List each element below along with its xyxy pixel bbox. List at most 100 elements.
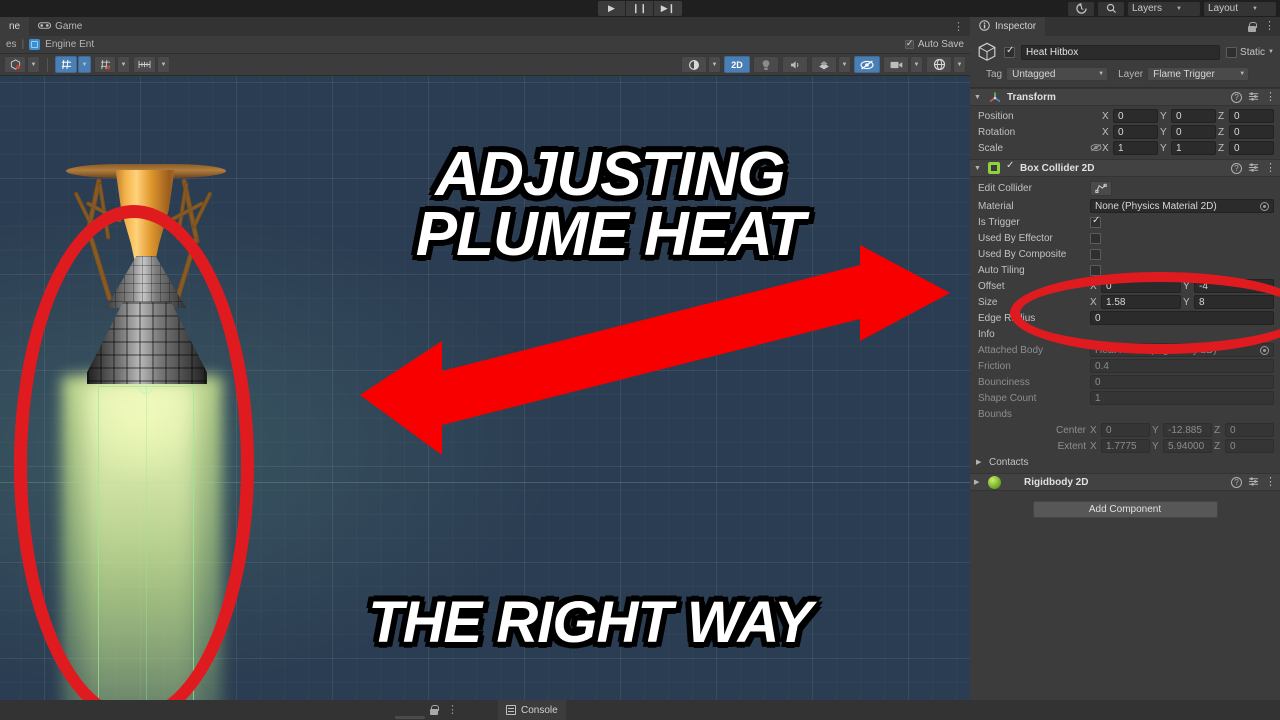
is-trigger-checkbox[interactable] (1090, 215, 1101, 228)
breadcrumb: es | Engine Ent Auto Save (0, 36, 970, 54)
is-trigger-row: Is Trigger (970, 214, 1280, 230)
component-header-rigidbody-2d[interactable]: ▶ Rigidbody 2D ? ⋮ (970, 473, 1280, 491)
position-z-field[interactable]: 0 (1229, 109, 1274, 123)
scale-z-field[interactable]: 0 (1229, 141, 1274, 155)
material-object-field[interactable]: None (Physics Material 2D) (1090, 199, 1274, 213)
pause-button[interactable]: ❙❙ (626, 1, 654, 16)
foldout-icon[interactable]: ▶ (974, 478, 983, 486)
object-name-field[interactable]: Heat Hitbox (1021, 44, 1221, 60)
breadcrumb-object[interactable]: Engine Ent (45, 39, 94, 50)
audio-toggle[interactable] (782, 56, 808, 73)
layers-dropdown[interactable]: Layers ▼ (1128, 1, 1200, 16)
step-button[interactable]: ▶❙ (654, 1, 682, 16)
camera-preview-toggle[interactable]: ▼ (883, 56, 923, 73)
bounciness-field: 0 (1090, 375, 1274, 389)
rotation-x-field[interactable]: 0 (1113, 125, 1158, 139)
tab-console[interactable]: Console (498, 700, 566, 720)
component-actions: ? ⋮ (1231, 476, 1276, 489)
gizmos-visibility-toggle[interactable] (854, 56, 880, 73)
scene-tab-menu[interactable]: ⋮ (953, 22, 964, 33)
chevron-down-icon[interactable]: ▼ (910, 56, 923, 73)
component-menu-icon[interactable]: ⋮ (1265, 91, 1276, 103)
chevron-down-icon[interactable]: ▼ (1268, 49, 1274, 55)
preset-icon[interactable] (1248, 476, 1259, 489)
position-x-field[interactable]: 0 (1113, 109, 1158, 123)
info-icon (979, 19, 990, 34)
help-icon[interactable]: ? (1231, 476, 1242, 488)
layout-dropdown[interactable]: Layout ▼ (1204, 1, 1276, 16)
constrain-proportions-icon[interactable] (1090, 143, 1102, 154)
static-toggle[interactable]: Static ▼ (1226, 46, 1274, 58)
history-icon[interactable] (1068, 1, 1094, 16)
used-by-composite-row: Used By Composite (970, 246, 1280, 262)
layer-dropdown[interactable]: Flame Trigger ▼ (1147, 67, 1250, 81)
edit-collider-button[interactable] (1090, 181, 1112, 196)
rotation-z-field[interactable]: 0 (1229, 125, 1274, 139)
contacts-foldout[interactable]: ▶ Contacts (970, 454, 1280, 470)
foldout-icon[interactable]: ▼ (974, 94, 983, 101)
row-label: Scale (978, 142, 1004, 154)
axis-z-label: Z (1218, 110, 1225, 122)
bottom-menu-icon[interactable]: ⋮ (447, 704, 458, 716)
gameobject-icon (976, 41, 998, 63)
2d-toggle[interactable]: 2D (724, 56, 750, 73)
auto-tiling-checkbox[interactable] (1090, 264, 1101, 276)
preset-icon[interactable] (1248, 162, 1259, 175)
panel-resize-handle[interactable] (395, 716, 425, 719)
position-y-field[interactable]: 0 (1171, 109, 1216, 123)
rotation-y-field[interactable]: 0 (1171, 125, 1216, 139)
extent-fields: X 1.7775 Y 5.94000 Z 0 (1090, 439, 1280, 453)
shape-count-label: Shape Count (978, 392, 1037, 404)
lock-icon[interactable] (1248, 21, 1257, 32)
chevron-down-icon[interactable]: ▼ (117, 56, 130, 73)
ruler-toggle[interactable]: ▼ (133, 56, 170, 73)
tab-inspector[interactable]: Inspector (970, 17, 1046, 36)
inspector-menu-icon[interactable]: ⋮ (1264, 21, 1275, 32)
object-enabled-checkbox[interactable] (1004, 45, 1015, 58)
static-checkbox[interactable] (1226, 46, 1238, 58)
auto-save-checkbox[interactable] (904, 38, 914, 49)
shading-mode-dropdown[interactable]: ▼ (681, 56, 721, 73)
scale-x-field[interactable]: 1 (1113, 141, 1158, 155)
used-by-effector-checkbox[interactable] (1090, 232, 1101, 244)
component-menu-icon[interactable]: ⋮ (1265, 162, 1276, 174)
tab-scene[interactable]: ne (0, 17, 30, 36)
gizmos-dropdown[interactable]: ▼ (926, 56, 966, 73)
help-icon[interactable]: ? (1231, 162, 1242, 174)
grid-snap-toggle[interactable]: ▼ (55, 56, 91, 73)
transform-position-row: Position X 0 Y 0 Z 0 (970, 108, 1280, 124)
tag-dropdown[interactable]: Untagged ▼ (1006, 67, 1109, 81)
foldout-icon[interactable]: ▶ (976, 458, 985, 466)
auto-save-toggle[interactable]: Auto Save (904, 38, 964, 50)
toolbar-divider (47, 57, 48, 72)
bounciness-label: Bounciness (978, 376, 1030, 388)
box-collider-2d-icon (988, 162, 1000, 174)
chevron-down-icon[interactable]: ▼ (157, 56, 170, 73)
play-button[interactable]: ▶ (598, 1, 626, 16)
chevron-down-icon[interactable]: ▼ (78, 56, 91, 73)
foldout-icon[interactable]: ▼ (974, 165, 983, 172)
tab-game[interactable]: Game (29, 17, 92, 36)
lighting-toggle[interactable] (753, 56, 779, 73)
used-by-composite-checkbox[interactable] (1090, 248, 1101, 260)
grid-visibility-toggle[interactable]: ▼ (94, 56, 130, 73)
lock-icon[interactable] (430, 705, 439, 715)
component-menu-icon[interactable]: ⋮ (1265, 476, 1276, 488)
chevron-down-icon[interactable]: ▼ (708, 56, 721, 73)
chevron-down-icon[interactable]: ▼ (838, 56, 851, 73)
preset-icon[interactable] (1248, 91, 1259, 104)
pivot-center-toggle[interactable]: ▼ (4, 56, 40, 73)
fx-toggle[interactable]: ▼ (811, 56, 851, 73)
component-header-transform[interactable]: ▼ Transform ? ⋮ (970, 88, 1280, 106)
search-icon[interactable] (1098, 1, 1124, 16)
component-header-box-collider-2d[interactable]: ▼ Box Collider 2D ? ⋮ (970, 159, 1280, 177)
add-component-button[interactable]: Add Component (1032, 501, 1218, 518)
scale-y-field[interactable]: 1 (1171, 141, 1216, 155)
object-picker-icon[interactable] (1260, 201, 1269, 211)
breadcrumb-prefix[interactable]: es (6, 39, 17, 50)
axis-z-label: Z (1214, 424, 1221, 436)
chevron-down-icon[interactable]: ▼ (953, 56, 966, 73)
chevron-down-icon[interactable]: ▼ (27, 56, 40, 73)
collider-enabled-checkbox[interactable] (1005, 160, 1015, 173)
help-icon[interactable]: ? (1231, 91, 1242, 103)
